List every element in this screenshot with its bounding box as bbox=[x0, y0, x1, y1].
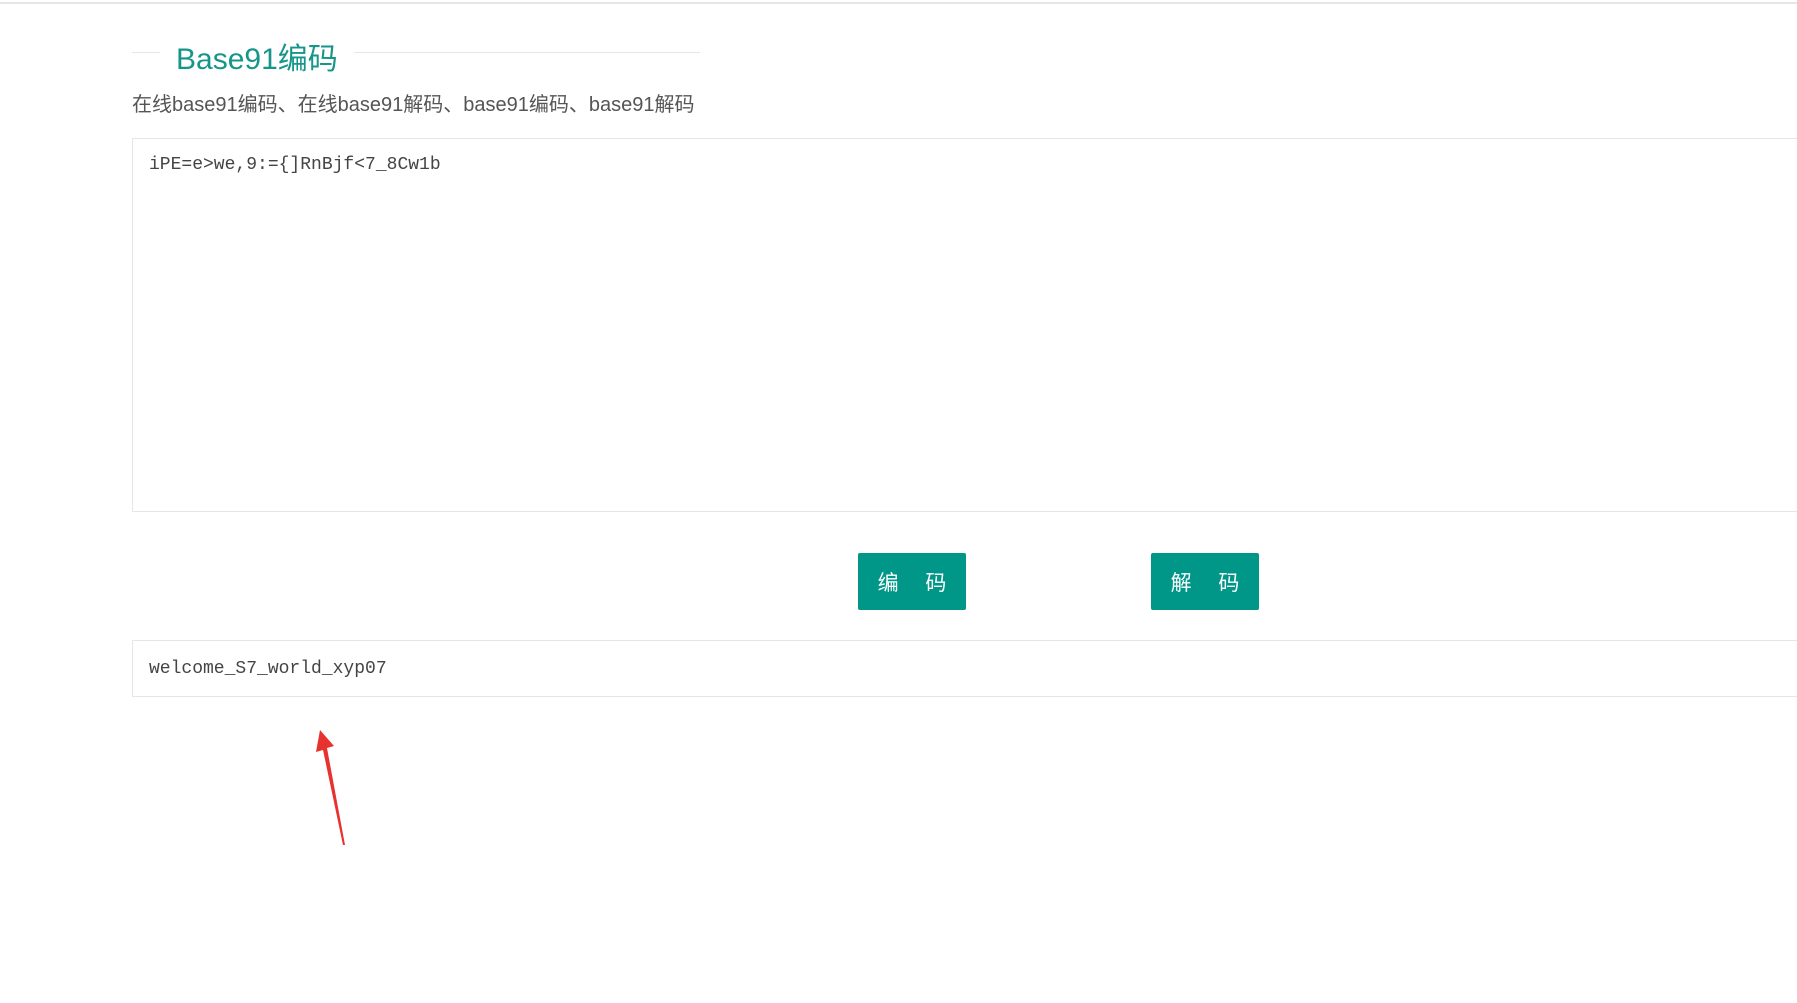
section-header: Base91编码 bbox=[132, 30, 700, 76]
result-field[interactable] bbox=[132, 640, 1797, 697]
red-arrow-icon bbox=[316, 730, 345, 845]
encode-button[interactable]: 编 码 bbox=[858, 553, 966, 610]
header-divider-right bbox=[354, 52, 700, 53]
page-subtitle: 在线base91编码、在线base91解码、base91编码、base91解码 bbox=[132, 94, 695, 116]
decode-button[interactable]: 解 码 bbox=[1151, 553, 1259, 610]
page-title: Base91编码 bbox=[176, 43, 338, 76]
header-divider-left bbox=[132, 52, 160, 53]
top-border bbox=[0, 0, 1797, 4]
source-textarea[interactable]: iPE=e>we,9:={]RnBjf<7_8Cw1b bbox=[132, 138, 1797, 512]
